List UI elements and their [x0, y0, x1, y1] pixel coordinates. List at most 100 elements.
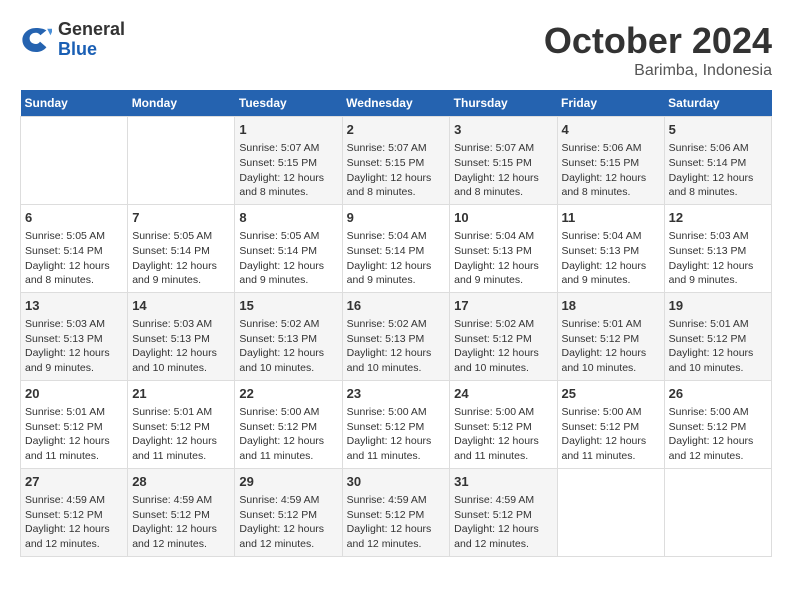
calendar-cell: 19 Sunrise: 5:01 AM Sunset: 5:12 PM Dayli…: [664, 292, 771, 380]
calendar-cell: 21Sunrise: 5:01 AM Sunset: 5:12 PM Dayli…: [128, 380, 235, 468]
day-content: Sunrise: 5:03 AM Sunset: 5:13 PM Dayligh…: [132, 317, 230, 376]
day-number: 24: [454, 385, 552, 403]
day-content: Sunrise: 5:00 AM Sunset: 5:12 PM Dayligh…: [454, 405, 552, 464]
day-number: 5: [669, 121, 767, 139]
calendar-cell: 4 Sunrise: 5:06 AM Sunset: 5:15 PM Daylig…: [557, 117, 664, 205]
day-number: 31: [454, 473, 552, 491]
header-sunday: Sunday: [21, 90, 128, 117]
calendar-cell: 14Sunrise: 5:03 AM Sunset: 5:13 PM Dayli…: [128, 292, 235, 380]
calendar-cell: 12 Sunrise: 5:03 AM Sunset: 5:13 PM Dayli…: [664, 204, 771, 292]
calendar-cell: 17Sunrise: 5:02 AM Sunset: 5:12 PM Dayli…: [450, 292, 557, 380]
day-content: Sunrise: 5:03 AM Sunset: 5:13 PM Dayligh…: [669, 229, 767, 288]
calendar-cell: 2 Sunrise: 5:07 AM Sunset: 5:15 PM Daylig…: [342, 117, 450, 205]
day-content: Sunrise: 4:59 AM Sunset: 5:12 PM Dayligh…: [347, 493, 446, 552]
location: Barimba, Indonesia: [544, 62, 772, 80]
day-content: Sunrise: 5:03 AM Sunset: 5:13 PM Dayligh…: [25, 317, 123, 376]
header-monday: Monday: [128, 90, 235, 117]
logo-text: General Blue: [58, 20, 125, 60]
day-number: 21: [132, 385, 230, 403]
day-number: 23: [347, 385, 446, 403]
day-content: Sunrise: 5:00 AM Sunset: 5:12 PM Dayligh…: [562, 405, 660, 464]
calendar-cell: 27 Sunrise: 4:59 AM Sunset: 5:12 PM Dayli…: [21, 468, 128, 556]
header-friday: Friday: [557, 90, 664, 117]
day-content: Sunrise: 5:07 AM Sunset: 5:15 PM Dayligh…: [454, 141, 552, 200]
header-row: SundayMondayTuesdayWednesdayThursdayFrid…: [21, 90, 772, 117]
day-content: Sunrise: 5:05 AM Sunset: 5:14 PM Dayligh…: [239, 229, 337, 288]
day-content: Sunrise: 5:00 AM Sunset: 5:12 PM Dayligh…: [669, 405, 767, 464]
calendar-cell: 15Sunrise: 5:02 AM Sunset: 5:13 PM Dayli…: [235, 292, 342, 380]
day-content: Sunrise: 5:00 AM Sunset: 5:12 PM Dayligh…: [239, 405, 337, 464]
title-block: October 2024 Barimba, Indonesia: [544, 20, 772, 80]
calendar-cell: 10Sunrise: 5:04 AM Sunset: 5:13 PM Dayli…: [450, 204, 557, 292]
week-row-2: 13Sunrise: 5:03 AM Sunset: 5:13 PM Dayli…: [21, 292, 772, 380]
header-wednesday: Wednesday: [342, 90, 450, 117]
header-saturday: Saturday: [664, 90, 771, 117]
calendar-cell: 31 Sunrise: 4:59 AM Sunset: 5:12 PM Dayli…: [450, 468, 557, 556]
calendar-cell: 18 Sunrise: 5:01 AM Sunset: 5:12 PM Dayli…: [557, 292, 664, 380]
day-number: 19: [669, 297, 767, 315]
calendar-cell: 20 Sunrise: 5:01 AM Sunset: 5:12 PM Dayli…: [21, 380, 128, 468]
day-content: Sunrise: 5:02 AM Sunset: 5:13 PM Dayligh…: [347, 317, 446, 376]
calendar-cell: 5 Sunrise: 5:06 AM Sunset: 5:14 PM Daylig…: [664, 117, 771, 205]
day-number: 1: [239, 121, 337, 139]
calendar-cell: 30 Sunrise: 4:59 AM Sunset: 5:12 PM Dayli…: [342, 468, 450, 556]
calendar-cell: 13Sunrise: 5:03 AM Sunset: 5:13 PM Dayli…: [21, 292, 128, 380]
day-number: 25: [562, 385, 660, 403]
day-content: Sunrise: 5:04 AM Sunset: 5:13 PM Dayligh…: [562, 229, 660, 288]
logo: General Blue: [20, 20, 125, 60]
calendar-cell: 24 Sunrise: 5:00 AM Sunset: 5:12 PM Dayli…: [450, 380, 557, 468]
day-content: Sunrise: 5:01 AM Sunset: 5:12 PM Dayligh…: [562, 317, 660, 376]
day-content: Sunrise: 5:01 AM Sunset: 5:12 PM Dayligh…: [669, 317, 767, 376]
day-content: Sunrise: 4:59 AM Sunset: 5:12 PM Dayligh…: [239, 493, 337, 552]
calendar-cell: 3 Sunrise: 5:07 AM Sunset: 5:15 PM Daylig…: [450, 117, 557, 205]
day-content: Sunrise: 5:02 AM Sunset: 5:12 PM Dayligh…: [454, 317, 552, 376]
day-content: Sunrise: 5:06 AM Sunset: 5:14 PM Dayligh…: [669, 141, 767, 200]
day-content: Sunrise: 5:04 AM Sunset: 5:14 PM Dayligh…: [347, 229, 446, 288]
calendar-cell: 26 Sunrise: 5:00 AM Sunset: 5:12 PM Dayli…: [664, 380, 771, 468]
page-header: General Blue October 2024 Barimba, Indon…: [20, 20, 772, 80]
day-number: 22: [239, 385, 337, 403]
day-number: 29: [239, 473, 337, 491]
day-number: 12: [669, 209, 767, 227]
day-number: 26: [669, 385, 767, 403]
calendar-cell: 6 Sunrise: 5:05 AM Sunset: 5:14 PM Daylig…: [21, 204, 128, 292]
day-number: 8: [239, 209, 337, 227]
header-tuesday: Tuesday: [235, 90, 342, 117]
day-content: Sunrise: 5:04 AM Sunset: 5:13 PM Dayligh…: [454, 229, 552, 288]
calendar-cell: 22 Sunrise: 5:00 AM Sunset: 5:12 PM Dayli…: [235, 380, 342, 468]
month-year: October 2024: [544, 20, 772, 62]
day-number: 18: [562, 297, 660, 315]
week-row-0: 1 Sunrise: 5:07 AM Sunset: 5:15 PM Daylig…: [21, 117, 772, 205]
calendar-cell: 25 Sunrise: 5:00 AM Sunset: 5:12 PM Dayli…: [557, 380, 664, 468]
day-number: 3: [454, 121, 552, 139]
day-number: 4: [562, 121, 660, 139]
day-number: 20: [25, 385, 123, 403]
calendar-cell: 8 Sunrise: 5:05 AM Sunset: 5:14 PM Daylig…: [235, 204, 342, 292]
day-content: Sunrise: 4:59 AM Sunset: 5:12 PM Dayligh…: [454, 493, 552, 552]
day-content: Sunrise: 5:02 AM Sunset: 5:13 PM Dayligh…: [239, 317, 337, 376]
day-content: Sunrise: 5:01 AM Sunset: 5:12 PM Dayligh…: [25, 405, 123, 464]
day-number: 9: [347, 209, 446, 227]
day-number: 28: [132, 473, 230, 491]
day-content: Sunrise: 5:07 AM Sunset: 5:15 PM Dayligh…: [347, 141, 446, 200]
day-number: 27: [25, 473, 123, 491]
logo-icon: [20, 24, 52, 56]
day-number: 7: [132, 209, 230, 227]
day-content: Sunrise: 5:05 AM Sunset: 5:14 PM Dayligh…: [25, 229, 123, 288]
calendar-cell: 29 Sunrise: 4:59 AM Sunset: 5:12 PM Dayli…: [235, 468, 342, 556]
calendar-cell: [664, 468, 771, 556]
header-thursday: Thursday: [450, 90, 557, 117]
calendar-cell: 11Sunrise: 5:04 AM Sunset: 5:13 PM Dayli…: [557, 204, 664, 292]
calendar-cell: 23Sunrise: 5:00 AM Sunset: 5:12 PM Dayli…: [342, 380, 450, 468]
day-number: 2: [347, 121, 446, 139]
day-number: 6: [25, 209, 123, 227]
calendar-cell: 28 Sunrise: 4:59 AM Sunset: 5:12 PM Dayli…: [128, 468, 235, 556]
day-content: Sunrise: 5:05 AM Sunset: 5:14 PM Dayligh…: [132, 229, 230, 288]
day-content: Sunrise: 5:06 AM Sunset: 5:15 PM Dayligh…: [562, 141, 660, 200]
day-content: Sunrise: 4:59 AM Sunset: 5:12 PM Dayligh…: [25, 493, 123, 552]
week-row-1: 6 Sunrise: 5:05 AM Sunset: 5:14 PM Daylig…: [21, 204, 772, 292]
day-number: 30: [347, 473, 446, 491]
day-content: Sunrise: 4:59 AM Sunset: 5:12 PM Dayligh…: [132, 493, 230, 552]
calendar-cell: 16Sunrise: 5:02 AM Sunset: 5:13 PM Dayli…: [342, 292, 450, 380]
day-content: Sunrise: 5:07 AM Sunset: 5:15 PM Dayligh…: [239, 141, 337, 200]
